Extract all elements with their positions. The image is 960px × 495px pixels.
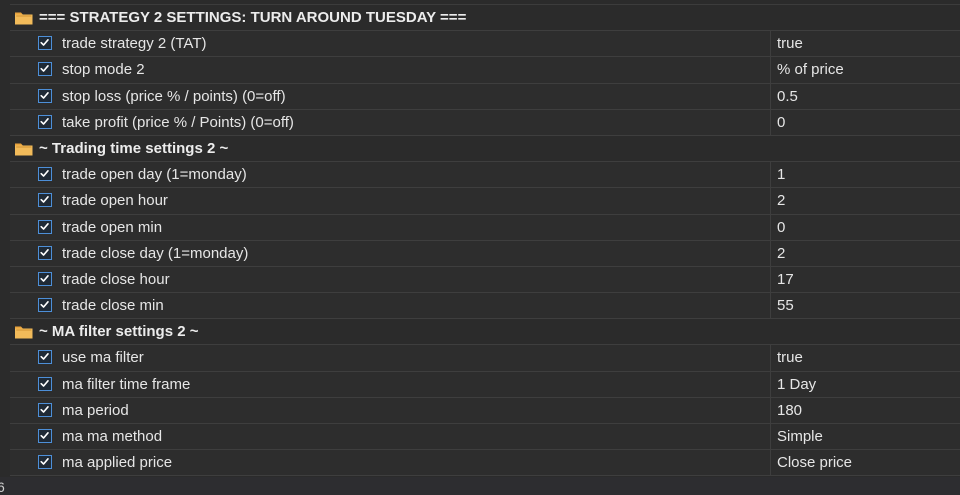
checkbox-checked-icon[interactable] [38, 455, 52, 470]
parameter-row[interactable]: use ma filter true [10, 345, 960, 372]
parameter-name: use ma filter [62, 349, 144, 367]
parameter-name-cell: trade close day (1=monday) [10, 240, 771, 266]
parameter-value[interactable]: 0.5 [777, 84, 960, 109]
parameter-value[interactable]: true [777, 345, 960, 370]
parameter-name: trade close day (1=monday) [62, 244, 249, 262]
checkbox-checked-icon[interactable] [38, 219, 52, 234]
settings-table: === STRATEGY 2 SETTINGS: TURN AROUND TUE… [10, 5, 960, 477]
edge-text: 6 [0, 479, 5, 495]
parameter-name-cell: trade open day (1=monday) [10, 162, 771, 188]
parameter-value[interactable]: 2 [777, 241, 960, 266]
parameter-row[interactable]: ma period 180 [10, 397, 960, 424]
parameter-name-cell: trade close hour [10, 266, 771, 293]
parameter-value[interactable]: % of price [777, 57, 960, 82]
parameter-name-cell: trade strategy 2 (TAT) [10, 31, 771, 57]
parameter-value[interactable]: 55 [777, 293, 960, 318]
parameter-name-cell: use ma filter [10, 345, 771, 371]
parameter-name: trade open day (1=monday) [62, 166, 247, 184]
parameter-name: ma filter time frame [62, 375, 191, 393]
parameter-name-cell: ma period [10, 397, 771, 423]
parameter-name: ma period [62, 401, 129, 419]
parameter-value[interactable]: 0 [777, 215, 960, 240]
parameter-value[interactable]: 17 [777, 267, 960, 292]
parameter-name: trade open hour [62, 192, 168, 210]
parameter-row[interactable]: trade open hour 2 [10, 188, 960, 215]
parameter-row[interactable]: stop loss (price % / points) (0=off) 0.5 [10, 83, 960, 110]
folder-icon [14, 10, 34, 25]
parameter-name: stop mode 2 [62, 61, 145, 79]
parameter-name-cell: trade open min [10, 214, 771, 240]
group-title: ~ Trading time settings 2 ~ [39, 139, 229, 157]
parameter-name-cell: stop loss (price % / points) (0=off) [10, 83, 771, 109]
checkbox-checked-icon[interactable] [38, 350, 52, 365]
checkbox-checked-icon[interactable] [38, 193, 52, 208]
checkbox-checked-icon[interactable] [38, 36, 52, 51]
parameter-name-cell: trade open hour [10, 188, 771, 214]
parameter-row[interactable]: ma filter time frame 1 Day [10, 371, 960, 398]
group-row[interactable]: === STRATEGY 2 SETTINGS: TURN AROUND TUE… [10, 5, 960, 32]
parameter-name-cell: ma filter time frame [10, 371, 771, 397]
parameter-name: trade close min [62, 297, 164, 315]
checkbox-checked-icon[interactable] [38, 62, 52, 77]
parameter-name-cell: ma applied price [10, 450, 771, 476]
parameter-name: trade open min [62, 218, 163, 236]
folder-icon [14, 141, 34, 156]
parameter-name-cell: stop mode 2 [10, 57, 771, 83]
parameter-name: stop loss (price % / points) (0=off) [62, 87, 286, 105]
parameter-name-cell: ma ma method [10, 424, 771, 450]
checkbox-checked-icon[interactable] [38, 376, 52, 391]
parameter-name: take profit (price % / Points) (0=off) [62, 113, 294, 131]
parameter-row[interactable]: trade close day (1=monday) 2 [10, 240, 960, 267]
group-title: === STRATEGY 2 SETTINGS: TURN AROUND TUE… [39, 9, 467, 26]
checkbox-checked-icon[interactable] [38, 245, 52, 260]
parameter-name: ma applied price [62, 454, 173, 472]
checkbox-checked-icon[interactable] [38, 402, 52, 417]
checkbox-checked-icon[interactable] [38, 114, 52, 129]
parameter-value[interactable]: true [777, 31, 960, 56]
parameter-row[interactable]: stop mode 2 % of price [10, 57, 960, 84]
parameter-row[interactable]: trade close min 55 [10, 293, 960, 320]
parameter-value[interactable]: Close price [777, 450, 960, 475]
parameter-row[interactable]: ma ma method Simple [10, 424, 960, 451]
parameter-row[interactable]: ma applied price Close price [10, 450, 960, 477]
parameter-value[interactable]: 2 [777, 188, 960, 213]
parameter-name: trade close hour [62, 270, 170, 288]
parameter-row[interactable]: trade open min 0 [10, 214, 960, 241]
parameter-name: trade strategy 2 (TAT) [62, 35, 207, 53]
parameter-value[interactable]: 0 [777, 110, 960, 135]
checkbox-checked-icon[interactable] [38, 429, 52, 443]
checkbox-checked-icon[interactable] [38, 167, 52, 182]
parameter-row[interactable]: trade close hour 17 [10, 266, 960, 294]
group-row[interactable]: ~ MA filter settings 2 ~ [10, 319, 960, 346]
group-row[interactable]: ~ Trading time settings 2 ~ [10, 135, 960, 163]
parameter-row[interactable]: trade strategy 2 (TAT) true [10, 31, 960, 58]
checkbox-checked-icon[interactable] [38, 271, 52, 286]
parameter-name-cell: take profit (price % / Points) (0=off) [10, 109, 771, 135]
group-title: ~ MA filter settings 2 ~ [39, 323, 199, 341]
parameter-row[interactable]: trade open day (1=monday) 1 [10, 162, 960, 189]
parameter-value[interactable]: 1 Day [777, 372, 960, 397]
settings-panel: === STRATEGY 2 SETTINGS: TURN AROUND TUE… [0, 0, 960, 495]
parameter-value[interactable]: 180 [777, 398, 960, 423]
checkbox-checked-icon[interactable] [38, 88, 52, 103]
bottom-area [0, 477, 960, 494]
parameter-name: ma ma method [62, 428, 163, 445]
parameter-name-cell: trade close min [10, 293, 771, 319]
checkbox-checked-icon[interactable] [38, 298, 52, 313]
parameter-value[interactable]: 1 [777, 162, 960, 187]
parameter-value[interactable]: Simple [777, 424, 960, 449]
parameter-row[interactable]: take profit (price % / Points) (0=off) 0 [10, 109, 960, 136]
folder-icon [14, 324, 34, 339]
